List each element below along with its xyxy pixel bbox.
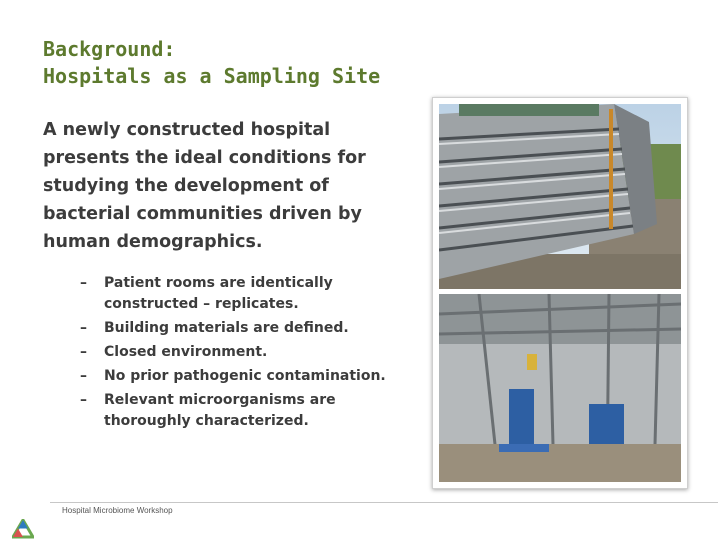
slide-title-line1: Background: (43, 37, 176, 61)
bullet-item: – No prior pathogenic contamination. (80, 366, 425, 387)
bullet-dash: – (80, 320, 87, 336)
hospital-construction-exterior-photo (439, 104, 681, 289)
bullet-dash: – (80, 344, 87, 360)
bullet-item: – Relevant microorganisms are thoroughly … (80, 390, 425, 432)
hospital-construction-interior-photo (439, 294, 681, 482)
bullet-dash: – (80, 392, 87, 408)
bullet-item: – Building materials are defined. (80, 318, 425, 339)
bullet-dash: – (80, 275, 87, 291)
bullet-text: No prior pathogenic contamination. (104, 368, 386, 384)
footer-text: Hospital Microbiome Workshop (62, 506, 173, 515)
slide-title-line2: Hospitals as a Sampling Site (43, 64, 381, 88)
bullet-dash: – (80, 368, 87, 384)
photo-frame (432, 97, 688, 489)
bullet-list: – Patient rooms are identically construct… (80, 273, 425, 435)
lead-paragraph: A newly constructed hospital presents th… (43, 120, 366, 252)
bullet-text: Closed environment. (104, 344, 268, 360)
bullet-item: – Closed environment. (80, 342, 425, 363)
bullet-text: Building materials are defined. (104, 320, 349, 336)
bullet-text: Relevant microorganisms are thoroughly c… (104, 392, 336, 429)
bullet-item: – Patient rooms are identically construct… (80, 273, 425, 315)
logo-icon (12, 519, 34, 539)
bullet-text: Patient rooms are identically constructe… (104, 275, 333, 312)
slide-title: Background: Hospitals as a Sampling Site (43, 36, 380, 90)
footer-divider (50, 502, 718, 503)
